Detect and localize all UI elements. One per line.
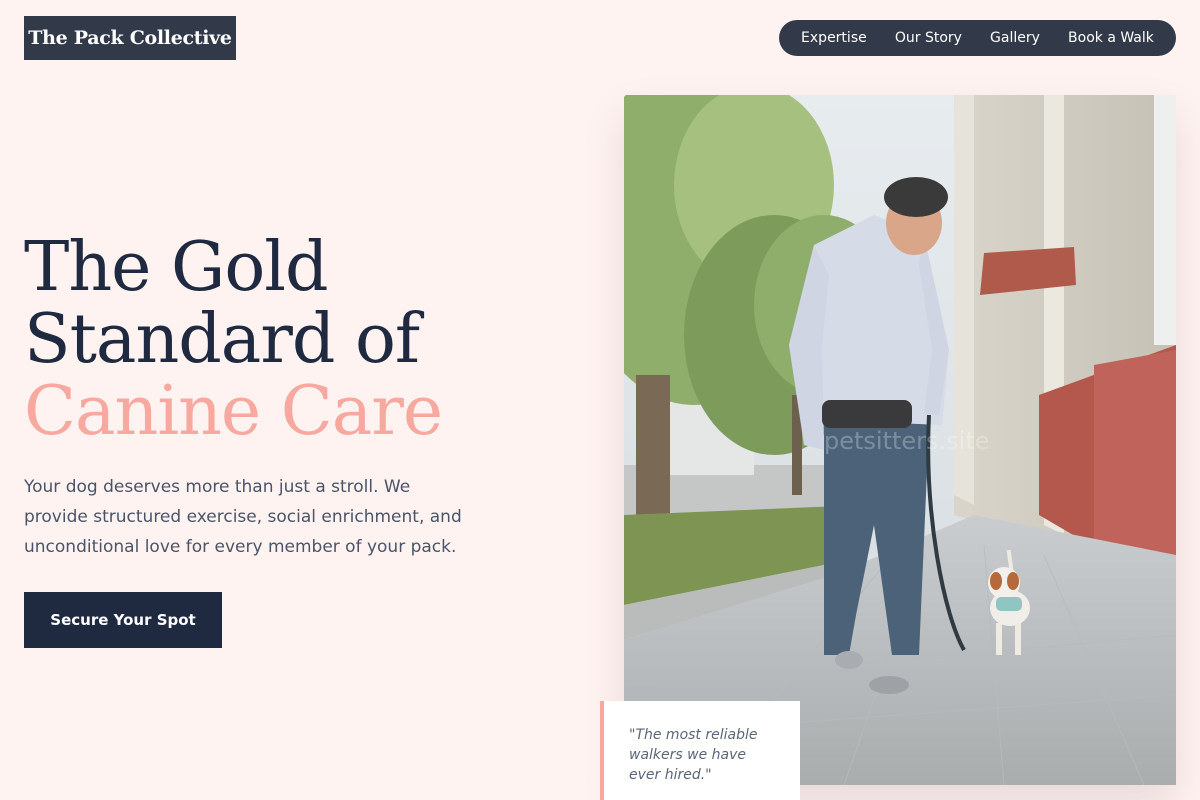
secure-spot-button[interactable]: Secure Your Spot	[24, 592, 222, 648]
hero-title-line-2: Standard of	[24, 300, 420, 379]
testimonial-quote: "The most reliable walkers we have ever …	[629, 727, 758, 783]
hero-photo: petsitters.site	[624, 95, 1176, 785]
photo-watermark: petsitters.site	[824, 427, 990, 455]
nav-item-gallery[interactable]: Gallery	[990, 30, 1040, 46]
nav-item-book-a-walk[interactable]: Book a Walk	[1068, 30, 1154, 46]
brand-logo[interactable]: The Pack Collective	[24, 16, 236, 60]
nav-item-expertise[interactable]: Expertise	[801, 30, 867, 46]
hero-description: Your dog deserves more than just a strol…	[24, 477, 462, 557]
hero-title: The Gold Standard of Canine Care	[24, 228, 443, 451]
page: The Pack Collective Expertise Our Story …	[0, 0, 1200, 800]
hero-title-accent: Canine Care	[24, 372, 443, 451]
testimonial-card: "The most reliable walkers we have ever …	[600, 701, 800, 800]
main-nav: Expertise Our Story Gallery Book a Walk	[779, 20, 1176, 56]
hero-title-line-1: The Gold	[24, 228, 329, 307]
nav-item-our-story[interactable]: Our Story	[895, 30, 962, 46]
